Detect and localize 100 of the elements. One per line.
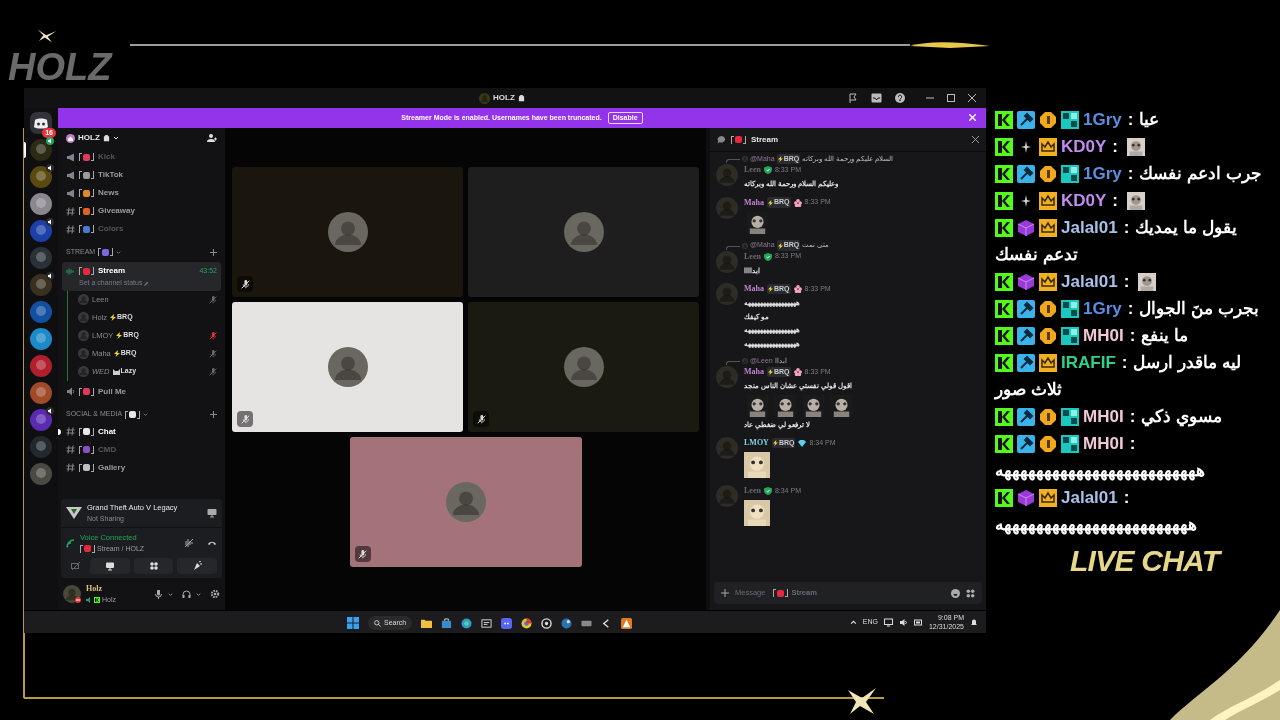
battery-icon[interactable] xyxy=(913,617,923,627)
hashtag-icon xyxy=(66,206,75,216)
star-icon xyxy=(846,686,878,716)
circle-logo-icon[interactable] xyxy=(541,617,553,629)
server-icon[interactable] xyxy=(30,409,52,431)
colon-text: : xyxy=(1112,136,1119,158)
network-icon[interactable] xyxy=(883,617,893,627)
avatar xyxy=(716,485,738,507)
message-author[interactable]: Maha xyxy=(744,196,764,209)
channel-name: Colors xyxy=(98,223,124,235)
headphones-icon[interactable] xyxy=(182,589,191,599)
store-icon[interactable] xyxy=(441,617,453,629)
chat-username: MH0I xyxy=(1083,325,1124,347)
noise-suppression-icon[interactable] xyxy=(184,538,194,549)
mic-icon[interactable] xyxy=(154,589,163,599)
chevron-icon[interactable] xyxy=(196,591,201,597)
thread-icon xyxy=(717,135,726,144)
flower-icon xyxy=(793,198,802,207)
channel-name: Kick xyxy=(98,151,115,163)
server-icon[interactable] xyxy=(30,193,52,215)
camera-off-icon[interactable] xyxy=(71,561,81,571)
chat-message: ليه ماقدر ارسل xyxy=(1133,352,1241,375)
message-author[interactable]: Maha xyxy=(744,366,764,378)
server-icon[interactable] xyxy=(30,247,52,269)
add-friend-icon[interactable] xyxy=(207,133,217,143)
lightning-icon xyxy=(768,369,773,375)
server-icon[interactable] xyxy=(30,301,52,323)
chat-username: IRAFIF xyxy=(1061,352,1116,374)
server-name[interactable]: HOLZ xyxy=(78,132,100,144)
star-icon xyxy=(36,28,58,44)
flower-icon xyxy=(793,285,802,293)
triangle-app-icon[interactable] xyxy=(621,617,633,629)
game-launcher-icon[interactable] xyxy=(561,617,573,629)
chat-message: عيا xyxy=(1139,109,1160,131)
server-icon[interactable] xyxy=(30,463,52,485)
chat-message: يقول ما يمديك xyxy=(1135,217,1237,240)
channel-item[interactable]: News xyxy=(62,184,221,202)
settings-icon[interactable] xyxy=(210,589,220,599)
lightning-icon xyxy=(777,156,783,162)
lightning-icon xyxy=(110,314,116,321)
channel-name: CMD xyxy=(98,443,117,456)
message-author[interactable]: Leen xyxy=(744,485,761,497)
voice-channel-item[interactable]: Pull Me xyxy=(62,382,221,401)
cat-icon xyxy=(112,368,120,375)
soundboard-button[interactable] xyxy=(177,558,217,574)
message-author[interactable]: LMOY xyxy=(744,437,769,449)
chat-app-icon[interactable] xyxy=(30,112,52,134)
message-author[interactable]: Maha xyxy=(744,283,764,295)
server-icon[interactable] xyxy=(30,328,52,350)
start-icon[interactable] xyxy=(347,617,359,629)
volume-icon[interactable] xyxy=(898,617,908,627)
channel-name: Chat xyxy=(98,425,116,438)
close-icon[interactable] xyxy=(972,136,979,143)
channel-item[interactable]: Giveaway xyxy=(62,202,221,220)
avatar xyxy=(716,283,738,305)
chevron-icon[interactable] xyxy=(168,591,173,597)
channel-item[interactable]: Gallery xyxy=(62,458,221,477)
maximize-icon[interactable] xyxy=(947,94,955,102)
server-icon[interactable] xyxy=(30,355,52,377)
channel-name: Giveaway xyxy=(98,205,135,217)
browser-icon[interactable] xyxy=(461,617,473,629)
add-icon xyxy=(721,589,729,597)
globe-icon[interactable] xyxy=(521,617,533,629)
flag-icon[interactable] xyxy=(848,93,858,103)
inbox-icon[interactable] xyxy=(871,93,882,103)
activities-button[interactable] xyxy=(133,558,174,574)
notification-bell-icon[interactable] xyxy=(970,618,978,626)
minimize-icon[interactable] xyxy=(926,94,934,102)
chevron-icon xyxy=(112,135,119,141)
shirt-icon xyxy=(517,94,525,102)
server-icon[interactable] xyxy=(30,166,52,188)
chevron-up-icon[interactable] xyxy=(849,618,857,626)
message-author[interactable]: Leen xyxy=(744,164,761,176)
screen-share-icon[interactable] xyxy=(207,508,217,519)
reply-line xyxy=(726,361,740,365)
apps-icon[interactable] xyxy=(966,588,975,598)
channel-item[interactable]: Chat xyxy=(62,422,221,441)
server-icon[interactable] xyxy=(30,139,52,161)
add-icon[interactable] xyxy=(210,248,217,256)
chat-username: Jalal01 xyxy=(1061,271,1118,293)
channel-name: TikTok xyxy=(98,169,124,181)
close-icon[interactable] xyxy=(968,94,976,102)
colon-text: : xyxy=(1129,325,1136,347)
server-icon[interactable] xyxy=(30,382,52,404)
help-icon[interactable] xyxy=(895,93,905,103)
logo-text: HOLZ xyxy=(8,48,112,86)
chat-username: 1Gry xyxy=(1083,163,1122,185)
avatar xyxy=(716,366,738,388)
avatar xyxy=(78,348,89,359)
task-view-icon[interactable] xyxy=(481,617,493,629)
server-icon[interactable] xyxy=(30,274,52,296)
server-icon[interactable] xyxy=(30,220,52,242)
add-icon[interactable] xyxy=(210,411,217,418)
chat-app-icon[interactable] xyxy=(501,617,513,629)
shield-icon xyxy=(763,487,772,495)
screen-share-button[interactable] xyxy=(90,558,130,574)
emoji-icon[interactable] xyxy=(951,588,960,598)
channel-item[interactable]: TikTok xyxy=(62,166,221,184)
folder-icon[interactable] xyxy=(421,617,433,629)
message-author[interactable]: Leen xyxy=(744,250,761,263)
